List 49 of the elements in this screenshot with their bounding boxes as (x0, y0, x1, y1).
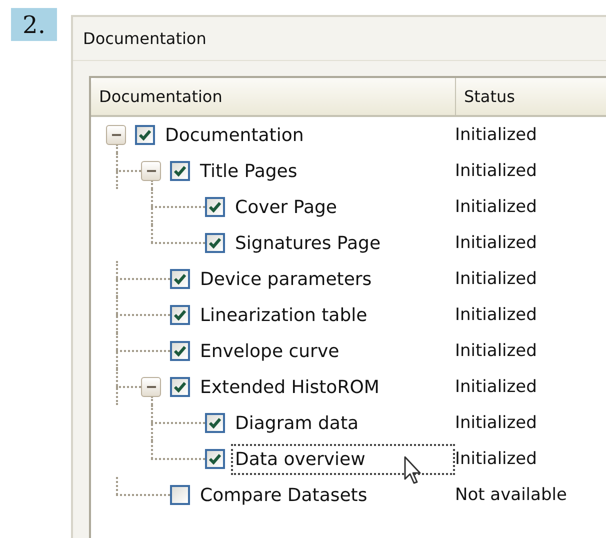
status-cell-text: Initialized (455, 304, 538, 327)
checkbox[interactable] (170, 269, 190, 289)
status-cell-text: Initialized (455, 340, 538, 363)
checkbox[interactable] (205, 197, 225, 217)
tree-item-label[interactable]: Compare Datasets (196, 480, 455, 510)
checkbox[interactable] (205, 233, 225, 253)
collapse-toggle[interactable] (141, 161, 161, 181)
checkbox[interactable] (170, 341, 190, 361)
tree-item-label[interactable]: Linearization table (196, 300, 455, 330)
check-mark-icon (208, 201, 222, 213)
check-mark-icon (208, 417, 222, 429)
check-mark-icon (173, 381, 187, 393)
check-mark-icon (138, 129, 152, 141)
status-cell-text: Initialized (455, 124, 538, 147)
step-number: 2. (11, 8, 57, 41)
tree-item-label[interactable]: Device parameters (196, 264, 455, 294)
status-cell-text: Initialized (455, 448, 538, 471)
check-mark-icon (173, 165, 187, 177)
status-cell-text: Initialized (455, 232, 538, 255)
column-header[interactable]: Status (456, 78, 606, 115)
check-mark-icon (173, 309, 187, 321)
collapse-toggle[interactable] (106, 125, 126, 145)
checkbox[interactable] (170, 305, 190, 325)
checkbox[interactable] (170, 377, 190, 397)
status-cell-text: Initialized (455, 268, 538, 291)
check-mark-icon (173, 273, 187, 285)
tree-item-label[interactable]: Title Pages (196, 156, 455, 186)
column-header[interactable]: Documentation (91, 78, 456, 115)
tree-item-label[interactable]: Extended HistoROM (196, 372, 455, 402)
status-cell-text: Not available (455, 484, 568, 507)
status-cell-text: Initialized (455, 376, 538, 399)
tree-item-label[interactable]: Signatures Page (231, 228, 455, 258)
checkbox[interactable] (170, 161, 190, 181)
tree-item-label[interactable]: Envelope curve (196, 336, 455, 366)
check-mark-icon (208, 453, 222, 465)
check-mark-icon (208, 237, 222, 249)
status-cell-text: Initialized (455, 160, 538, 183)
checkbox[interactable] (205, 449, 225, 469)
checkbox[interactable] (135, 125, 155, 145)
group-title: Documentation (83, 29, 206, 48)
tree-item-label[interactable]: Documentation (161, 120, 455, 150)
status-cell-text: Initialized (455, 412, 538, 435)
checkbox[interactable] (170, 485, 190, 505)
status-cell-text: Initialized (455, 196, 538, 219)
tree-item-label[interactable]: Cover Page (231, 192, 455, 222)
tree-item-label[interactable]: Diagram data (231, 408, 455, 438)
collapse-toggle[interactable] (141, 377, 161, 397)
checkbox[interactable] (205, 413, 225, 433)
check-mark-icon (173, 345, 187, 357)
